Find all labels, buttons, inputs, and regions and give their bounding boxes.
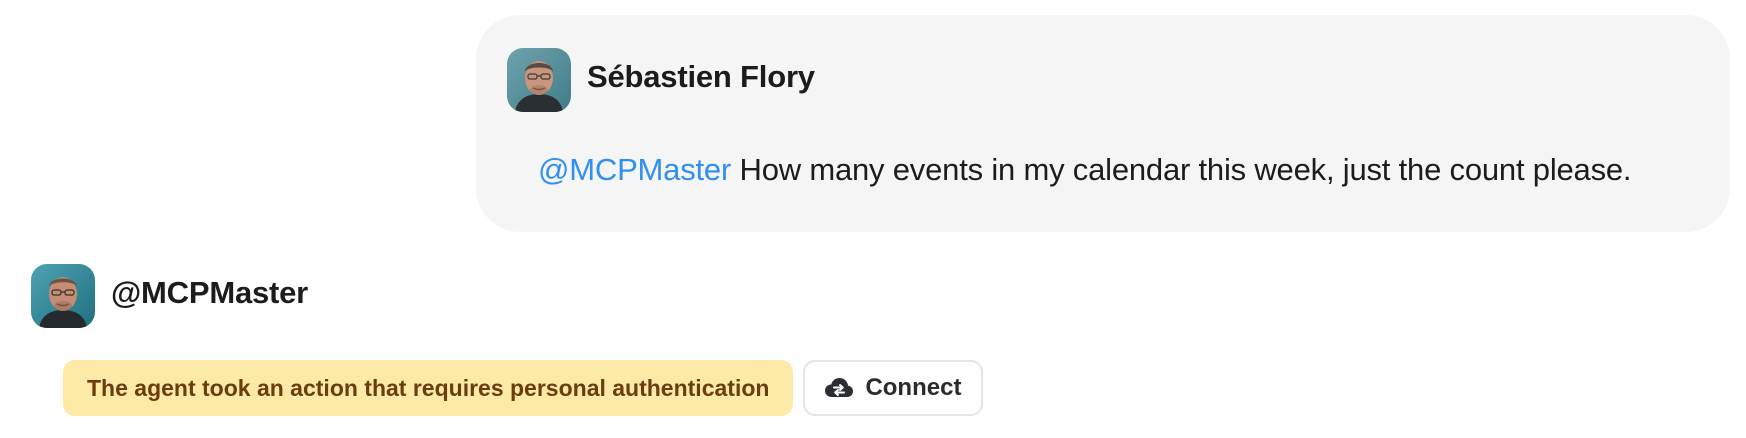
auth-required-row: The agent took an action that requires p… — [63, 360, 984, 416]
auth-required-notice: The agent took an action that requires p… — [63, 360, 794, 416]
connect-button[interactable]: Connect — [803, 360, 984, 416]
cloud-sync-icon — [823, 372, 855, 404]
agent-mention-link[interactable]: @MCPMaster — [538, 152, 731, 187]
user-avatar-image — [507, 48, 571, 112]
user-message-body: How many events in my calendar this week… — [731, 152, 1632, 187]
user-message-bubble: Sébastien Flory @MCPMaster How many even… — [476, 15, 1730, 232]
user-message-text: @MCPMaster How many events in my calenda… — [538, 152, 1632, 188]
chat-thread: Sébastien Flory @MCPMaster How many even… — [0, 0, 1746, 438]
connect-button-label: Connect — [865, 374, 962, 401]
agent-avatar-image — [31, 264, 95, 328]
agent-author-name: @MCPMaster — [111, 275, 309, 310]
user-avatar[interactable] — [507, 48, 571, 112]
agent-avatar[interactable] — [31, 264, 95, 328]
user-author-name: Sébastien Flory — [587, 59, 815, 94]
